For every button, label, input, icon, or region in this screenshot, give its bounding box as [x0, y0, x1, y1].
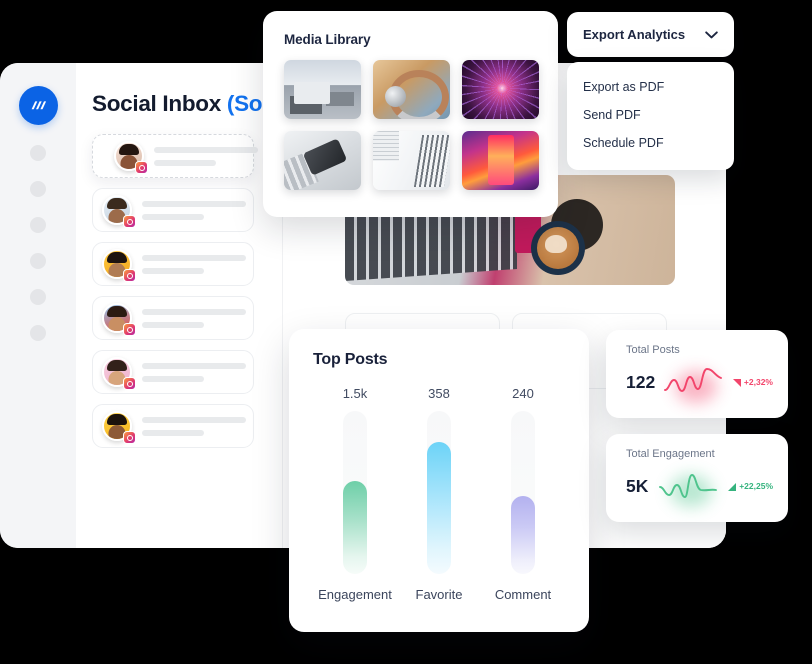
bar-label-comment: Comment — [494, 587, 552, 602]
inbox-item-placeholder — [142, 200, 253, 220]
media-library-title: Media Library — [284, 32, 371, 47]
instagram-badge-icon — [123, 269, 136, 282]
inbox-list-item[interactable] — [92, 134, 258, 178]
menu-item-export-as-pdf[interactable]: Export as PDF — [567, 73, 734, 101]
bar-fill-engagement — [343, 481, 367, 574]
bar-label-favorite: Favorite — [415, 587, 463, 602]
avatar — [102, 357, 136, 390]
export-analytics-button[interactable]: Export Analytics — [567, 12, 734, 57]
bar-column-engagement: 1.5k Engagement — [315, 386, 395, 602]
total-engagement-value: 5K — [626, 475, 649, 496]
instagram-badge-icon — [123, 431, 136, 444]
total-posts-value: 122 — [626, 371, 656, 392]
bar-value-comment: 240 — [512, 386, 534, 401]
total-engagement-trend: +22,25% — [728, 481, 773, 491]
bar-column-favorite: 358 Favorite — [399, 386, 479, 602]
total-engagement-row: 5K +22,25% — [626, 469, 773, 507]
inbox-item-placeholder — [142, 416, 253, 436]
inbox-item-placeholder — [142, 254, 253, 274]
headphones-photo[interactable] — [373, 60, 450, 119]
sidebar-nav-dot-5[interactable] — [30, 289, 46, 305]
total-posts-stat-card: Total Posts 122 +2,32% — [606, 330, 788, 418]
inbox-list-item[interactable] — [92, 404, 254, 448]
total-engagement-label: Total Engagement — [626, 448, 715, 460]
instagram-badge-icon — [123, 323, 136, 336]
bar-label-engagement: Engagement — [318, 587, 392, 602]
top-posts-bar-chart: 1.5k Engagement 358 Favorite 240 Comment — [313, 386, 565, 602]
instagram-badge-icon — [135, 161, 148, 174]
inbox-item-placeholder — [154, 146, 258, 166]
avatar — [102, 303, 136, 336]
export-analytics-label: Export Analytics — [583, 27, 686, 42]
bar-fill-favorite — [427, 441, 451, 574]
bar-value-favorite: 358 — [428, 386, 450, 401]
menu-item-send-pdf[interactable]: Send PDF — [567, 101, 734, 129]
sparkline-icon — [663, 365, 725, 403]
top-posts-title: Top Posts — [313, 351, 388, 368]
sparkline-icon — [658, 469, 720, 507]
export-analytics-menu: Export as PDF Send PDF Schedule PDF — [567, 62, 734, 170]
sidebar-nav-dot-4[interactable] — [30, 253, 46, 269]
plasma-neuron-photo[interactable] — [462, 60, 539, 119]
inbox-item-placeholder — [142, 362, 253, 382]
total-engagement-stat-card: Total Engagement 5K +22,25% — [606, 434, 788, 522]
top-posts-card: Top Posts 1.5k Engagement 358 Favorite 2… — [289, 329, 589, 632]
laptop-phone-photo[interactable] — [284, 131, 361, 190]
desk-monitor-photo[interactable] — [284, 60, 361, 119]
page-title-main: Social Inbox — [92, 91, 227, 116]
menu-item-schedule-pdf[interactable]: Schedule PDF — [567, 129, 734, 157]
total-posts-row: 122 +2,32% — [626, 365, 773, 403]
bar-track-comment[interactable] — [511, 411, 535, 574]
inbox-list-item[interactable] — [92, 242, 254, 286]
inbox-item-placeholder — [142, 308, 253, 328]
inbox-list-item[interactable] — [92, 188, 254, 232]
total-posts-trend: +2,32% — [732, 377, 773, 387]
media-library-grid — [284, 60, 539, 190]
bar-value-engagement: 1.5k — [342, 386, 368, 401]
bar-track-favorite[interactable] — [427, 411, 451, 574]
avatar — [102, 411, 136, 444]
avatar — [102, 249, 136, 282]
media-library-panel: Media Library — [263, 11, 558, 217]
trend-down-icon — [732, 378, 741, 387]
bar-fill-comment — [511, 495, 535, 574]
app-logo-icon[interactable] — [18, 86, 58, 125]
avatar — [102, 195, 136, 228]
total-engagement-trend-value: +22,25% — [739, 481, 773, 491]
sidebar-nav-dot-2[interactable] — [30, 181, 46, 197]
screenshot-stage: Social Inbox (Soon) Media Library Export… — [0, 0, 812, 664]
total-posts-label: Total Posts — [626, 344, 680, 356]
inbox-list-item[interactable] — [92, 350, 254, 394]
instagram-badge-icon — [123, 215, 136, 228]
chevron-down-icon — [705, 26, 718, 44]
instagram-badge-icon — [123, 377, 136, 390]
sidebar-nav-dot-1[interactable] — [30, 145, 46, 161]
avatar — [114, 141, 148, 174]
bar-column-comment: 240 Comment — [483, 386, 563, 602]
white-architecture-photo[interactable] — [373, 131, 450, 190]
trend-up-icon — [728, 482, 737, 491]
neon-corridor-photo[interactable] — [462, 131, 539, 190]
total-posts-trend-value: +2,32% — [743, 377, 773, 387]
bar-track-engagement[interactable] — [343, 411, 367, 574]
sidebar — [0, 63, 76, 548]
sidebar-nav-dot-6[interactable] — [30, 325, 46, 341]
sidebar-nav-dot-3[interactable] — [30, 217, 46, 233]
inbox-list-item[interactable] — [92, 296, 254, 340]
